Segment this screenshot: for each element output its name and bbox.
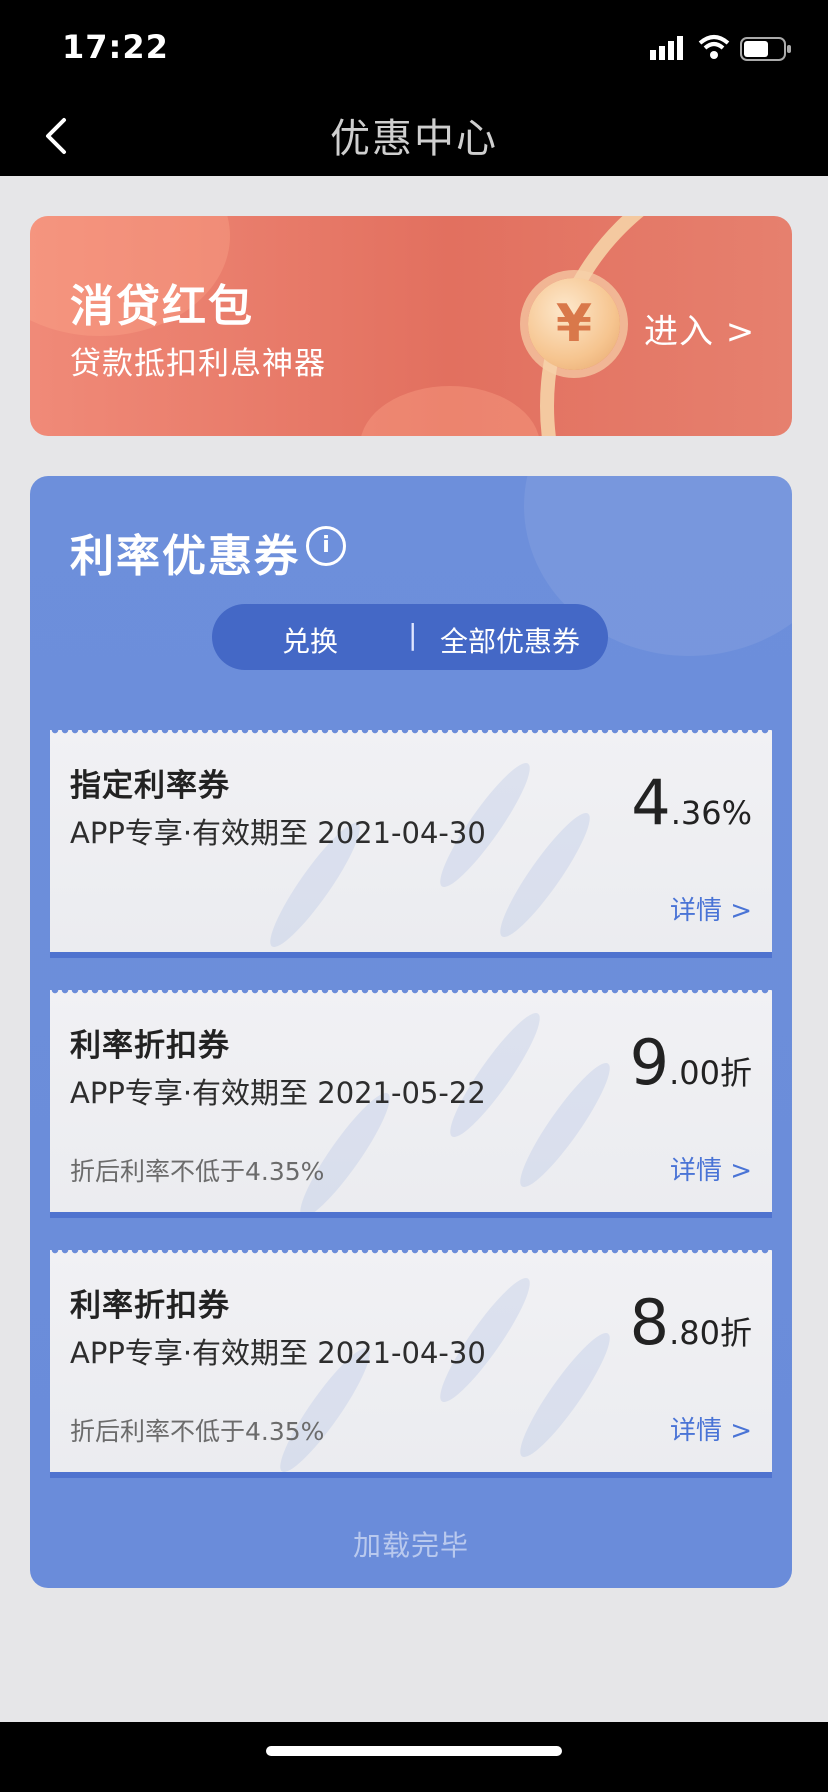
load-complete-text: 加载完毕	[352, 1529, 469, 1562]
status-time: 17:22	[62, 28, 169, 66]
banner-decoration	[360, 386, 540, 436]
coupon-value: 4.36%	[631, 766, 752, 839]
coupon-value-fraction: .80折	[669, 1314, 752, 1352]
coupon-value: 8.80折	[630, 1286, 752, 1359]
coupon-tabs: 兑换 | 全部优惠券	[212, 604, 608, 670]
coupon-card[interactable]: 指定利率券 APP专享·有效期至 2021-04-30 4.36% 详情 >	[50, 730, 772, 952]
coupon-edge	[50, 990, 772, 996]
leaf-decoration	[509, 1054, 621, 1196]
yuan-coin-icon: ¥	[528, 278, 620, 370]
banner-subtitle: 贷款抵扣利息神器	[70, 346, 326, 382]
coupon-note: 折后利率不低于4.35%	[70, 1157, 325, 1186]
nav-bar: 优惠中心	[0, 96, 828, 176]
tab-separator: |	[408, 618, 418, 651]
panel-title: 利率优惠券	[70, 531, 300, 582]
coupon-edge	[50, 730, 772, 736]
coupon-note: 折后利率不低于4.35%	[70, 1417, 325, 1446]
coupon-card[interactable]: 利率折扣券 APP专享·有效期至 2021-05-22 折后利率不低于4.35%…	[50, 990, 772, 1212]
tab-exchange[interactable]: 兑换	[282, 620, 338, 660]
coupon-value: 9.00折	[630, 1026, 752, 1099]
coupon-validity: APP专享·有效期至 2021-05-22	[70, 1076, 486, 1110]
coupon-value-fraction: .00折	[669, 1054, 752, 1092]
red-envelope-banner[interactable]: 消贷红包 贷款抵扣利息神器 ¥ 进入 >	[30, 216, 792, 436]
coupon-detail-link[interactable]: 详情 >	[670, 890, 752, 927]
status-bar: 17:22	[0, 0, 828, 96]
wifi-icon	[698, 35, 730, 59]
battery-icon	[740, 37, 791, 61]
banner-title: 消贷红包	[70, 281, 254, 332]
coupon-name: 利率折扣券	[70, 1028, 230, 1064]
coupon-name: 利率折扣券	[70, 1288, 230, 1324]
coupon-value-fraction: .36%	[670, 794, 752, 832]
coin-symbol: ¥	[555, 294, 593, 354]
coupon-name: 指定利率券	[70, 768, 230, 804]
coupon-value-integer: 8	[629, 1286, 670, 1359]
coupon-value-integer: 4	[631, 766, 671, 839]
coupon-detail-link[interactable]: 详情 >	[670, 1410, 752, 1447]
page-title: 优惠中心	[330, 116, 498, 162]
coupon-edge	[50, 1250, 772, 1256]
info-icon[interactable]: i	[306, 526, 346, 566]
home-indicator[interactable]	[266, 1746, 562, 1756]
cellular-signal-icon	[650, 36, 683, 60]
coupon-detail-link[interactable]: 详情 >	[670, 1150, 752, 1187]
rate-coupon-panel: 利率优惠券 i 兑换 | 全部优惠券 指定利率券 APP专享·有效期至 2021…	[30, 476, 792, 1588]
leaf-decoration	[489, 804, 601, 946]
tab-all-coupons[interactable]: 全部优惠券	[440, 620, 580, 660]
home-indicator-bar	[0, 1722, 828, 1792]
enter-link[interactable]: 进入 >	[644, 304, 755, 353]
coupon-card[interactable]: 利率折扣券 APP专享·有效期至 2021-04-30 折后利率不低于4.35%…	[50, 1250, 772, 1472]
coupon-validity: APP专享·有效期至 2021-04-30	[70, 816, 486, 850]
leaf-decoration	[509, 1324, 621, 1466]
coupon-validity: APP专享·有效期至 2021-04-30	[70, 1336, 486, 1370]
coupon-value-integer: 9	[629, 1026, 670, 1099]
